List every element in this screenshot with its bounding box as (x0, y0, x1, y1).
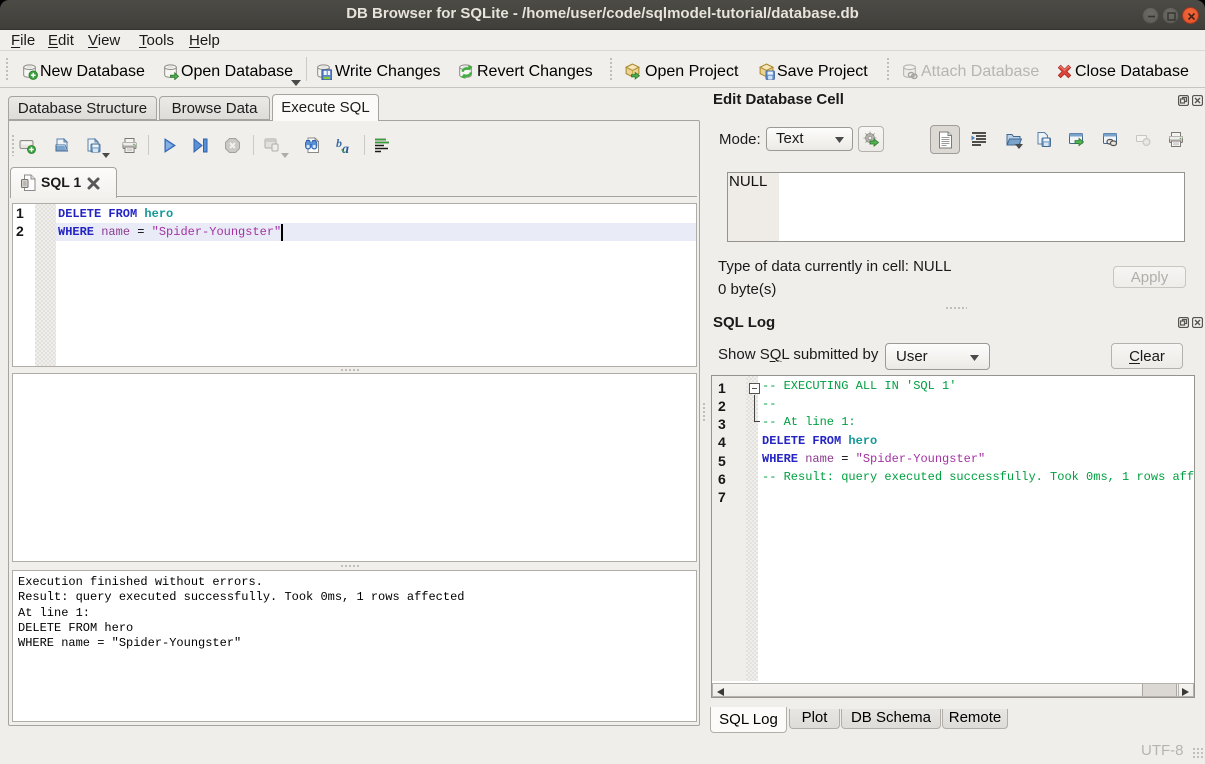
svg-text:a: a (342, 142, 349, 155)
